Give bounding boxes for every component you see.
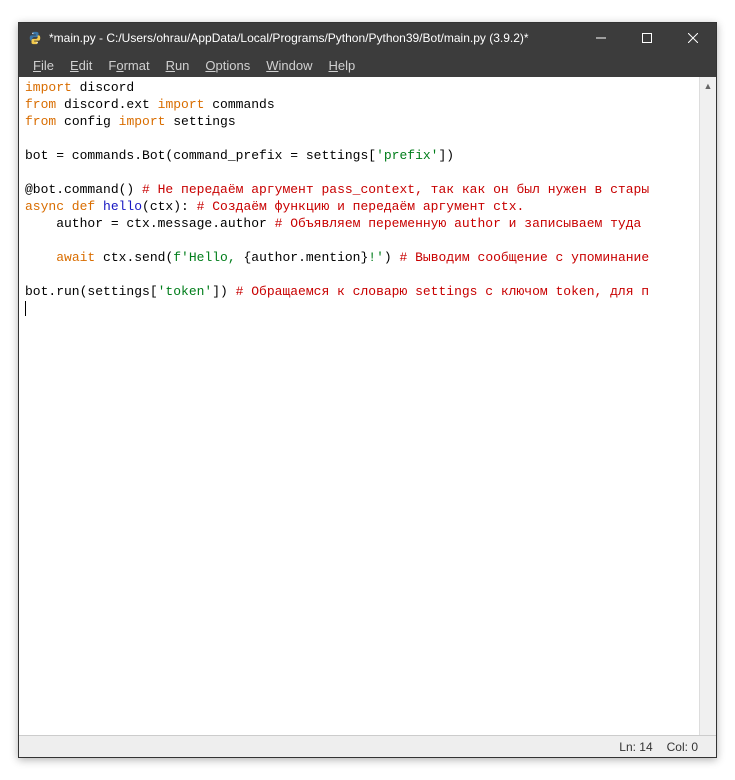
window-title: *main.py - C:/Users/ohrau/AppData/Local/… — [49, 31, 578, 45]
menu-file[interactable]: File — [25, 56, 62, 75]
minimize-button[interactable] — [578, 23, 624, 53]
code-editor[interactable]: import discord from discord.ext import c… — [19, 77, 699, 735]
menu-run[interactable]: Run — [158, 56, 198, 75]
menu-edit[interactable]: Edit — [62, 56, 100, 75]
editor-area: import discord from discord.ext import c… — [19, 77, 716, 735]
menu-help[interactable]: Help — [321, 56, 364, 75]
python-file-icon — [27, 30, 43, 46]
close-button[interactable] — [670, 23, 716, 53]
menu-format[interactable]: Format — [100, 56, 157, 75]
window-controls — [578, 23, 716, 53]
status-line: Ln: 14 — [619, 740, 652, 754]
menubar: File Edit Format Run Options Window Help — [19, 53, 716, 77]
menu-window[interactable]: Window — [258, 56, 320, 75]
menu-options[interactable]: Options — [197, 56, 258, 75]
scroll-up-icon[interactable]: ▲ — [700, 77, 716, 94]
maximize-button[interactable] — [624, 23, 670, 53]
titlebar[interactable]: *main.py - C:/Users/ohrau/AppData/Local/… — [19, 23, 716, 53]
vertical-scrollbar[interactable]: ▲ — [699, 77, 716, 735]
idle-window: *main.py - C:/Users/ohrau/AppData/Local/… — [18, 22, 717, 758]
statusbar: Ln: 14 Col: 0 — [19, 735, 716, 757]
status-col: Col: 0 — [667, 740, 698, 754]
text-cursor — [25, 301, 26, 316]
